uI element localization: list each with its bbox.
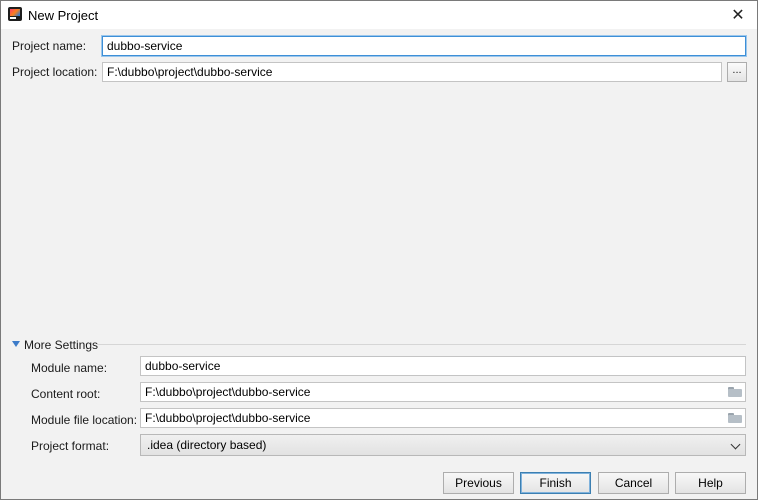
title-bar: New Project ✕ [1,1,757,29]
module-name-label: Module name: [31,361,108,375]
module-name-input[interactable] [140,356,746,376]
more-settings-toggle[interactable]: More Settings [24,338,98,352]
project-format-label: Project format: [31,439,110,453]
browse-location-button[interactable]: ... [727,62,747,82]
intellij-idea-icon [8,7,22,21]
content-root-input[interactable] [140,382,746,402]
project-name-input[interactable] [102,36,746,56]
chevron-down-icon [730,439,741,450]
finish-button[interactable]: Finish [520,472,591,494]
section-separator [97,344,746,345]
cancel-button[interactable]: Cancel [598,472,669,494]
close-icon: ✕ [731,7,745,24]
project-name-label: Project name: [12,39,87,53]
project-format-select[interactable]: .idea (directory based) [140,434,746,456]
project-format-value: .idea (directory based) [147,438,267,452]
previous-button[interactable]: Previous [443,472,514,494]
help-button[interactable]: Help [675,472,746,494]
module-file-location-input[interactable] [140,408,746,428]
module-file-location-label: Module file location: [31,413,138,427]
folder-icon[interactable] [728,387,742,397]
folder-icon[interactable] [728,413,742,423]
close-button[interactable]: ✕ [719,1,757,29]
content-root-label: Content root: [31,387,101,401]
project-location-label: Project location: [12,65,98,79]
new-project-dialog: New Project ✕ Project name: Project loca… [0,0,758,500]
triangle-down-icon[interactable] [12,341,20,347]
window-title: New Project [28,8,99,23]
project-location-input[interactable] [102,62,722,82]
